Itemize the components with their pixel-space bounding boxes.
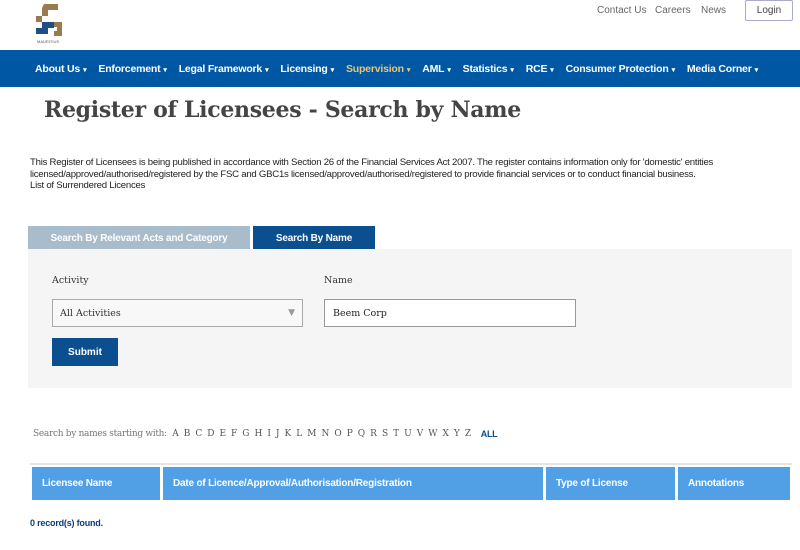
nav-item-label: Media Corner <box>686 62 752 75</box>
letter-filter-p[interactable]: P <box>347 429 353 439</box>
nav-item-legal-framework[interactable]: Legal Framework ▾ <box>179 63 269 75</box>
column-header-type[interactable]: Type of License <box>546 467 675 500</box>
fsc-logo[interactable]: MAURITIUS <box>30 2 66 44</box>
letter-filter-c[interactable]: C <box>195 429 202 439</box>
nav-item-label: Supervision <box>345 62 404 75</box>
nav-item-label: Enforcement <box>98 62 161 75</box>
news-link[interactable]: News <box>701 5 726 16</box>
intro-paragraph: This Register of Licensees is being publ… <box>30 157 714 180</box>
nav-item-label: Statistics <box>462 62 508 75</box>
nav-item-rce[interactable]: RCE ▾ <box>526 63 554 75</box>
surrendered-licences-link[interactable]: List of Surrendered Licences <box>30 180 145 191</box>
nav-item-about-us[interactable]: About Us ▾ <box>35 62 87 75</box>
tab-search-by-acts[interactable]: Search By Relevant Acts and Category <box>28 226 250 250</box>
letter-filter-o[interactable]: O <box>334 429 341 439</box>
letter-filter-w[interactable]: W <box>428 429 437 439</box>
letter-filter-a[interactable]: A <box>172 429 179 439</box>
letter-filter-j[interactable]: J <box>276 429 280 439</box>
caret-down-icon: ▾ <box>754 66 759 74</box>
nav-item-supervision[interactable]: Supervision ▾ <box>346 63 410 75</box>
letter-filter-r[interactable]: R <box>370 429 377 439</box>
letter-filter-t[interactable]: T <box>393 429 399 439</box>
page-title: Register of Licensees - Search by Name <box>44 97 521 123</box>
nav-item-licensing[interactable]: Licensing ▾ <box>280 63 334 75</box>
nav-item-aml[interactable]: AML ▾ <box>422 62 451 75</box>
caret-down-icon: ▾ <box>671 66 676 74</box>
letter-filter-h[interactable]: H <box>254 429 262 439</box>
letter-filter-y[interactable]: Y <box>454 429 460 439</box>
name-label: Name <box>324 275 353 286</box>
caret-down-icon: ▾ <box>510 66 514 74</box>
letter-filter-s[interactable]: S <box>382 429 388 439</box>
letter-filter-g[interactable]: G <box>242 429 249 439</box>
name-input[interactable] <box>324 299 576 327</box>
svg-text:MAURITIUS: MAURITIUS <box>37 39 59 44</box>
nav-item-label: Consumer Protection <box>565 62 669 75</box>
letter-filter-i[interactable]: I <box>267 429 271 439</box>
nav-item-statistics[interactable]: Statistics ▾ <box>463 63 514 75</box>
letter-filter-k[interactable]: K <box>285 429 292 439</box>
letter-filter-f[interactable]: F <box>231 429 237 439</box>
main-nav: About Us ▾ Enforcement ▾ Legal Framework ▾ Lic… <box>0 50 800 87</box>
nav-item-media-corner[interactable]: Media Corner ▾ <box>687 63 758 75</box>
letter-filter-n[interactable]: N <box>321 429 329 439</box>
login-button[interactable]: Login <box>745 0 793 21</box>
caret-down-icon: ▾ <box>163 66 167 74</box>
letter-filter-b[interactable]: B <box>184 429 191 439</box>
intro-text: This Register of Licensees is being publ… <box>30 157 790 192</box>
letter-filter-x[interactable]: X <box>442 429 448 439</box>
activity-selected-value: All Activities <box>60 307 121 319</box>
letter-filter-d[interactable]: D <box>207 429 214 439</box>
letter-filter-all[interactable]: ALL <box>481 429 498 439</box>
nav-item-consumer-protection[interactable]: Consumer Protection ▾ <box>565 62 676 75</box>
nav-item-label: Legal Framework <box>178 62 263 75</box>
activity-label: Activity <box>52 275 89 286</box>
letter-filter-z[interactable]: Z <box>465 429 471 439</box>
letter-filter-q[interactable]: Q <box>358 429 365 439</box>
column-header-date[interactable]: Date of Licence/Approval/Authorisation/R… <box>163 467 543 500</box>
letter-filter-u[interactable]: U <box>404 429 412 439</box>
submit-button[interactable]: Submit <box>52 338 118 366</box>
letter-filter-v[interactable]: V <box>417 429 424 439</box>
nav-item-label: AML <box>422 62 445 75</box>
letter-filter-m[interactable]: M <box>307 429 316 439</box>
caret-down-icon: ▾ <box>265 66 269 74</box>
divider <box>30 463 792 465</box>
contact-us-link[interactable]: Contact Us <box>597 5 646 16</box>
nav-item-label: Licensing <box>280 62 328 75</box>
nav-item-label: RCE <box>525 62 548 75</box>
alphabet-filter: Search by names starting with: ABCDEFGHI… <box>33 429 498 439</box>
letter-filter-e[interactable]: E <box>219 429 226 439</box>
column-header-licensee-name[interactable]: Licensee Name <box>32 467 160 500</box>
column-header-annotations[interactable]: Annotations <box>678 467 790 500</box>
activity-select[interactable]: All Activities ▼ <box>52 299 303 327</box>
caret-down-icon: ▾ <box>550 66 554 74</box>
caret-down-icon: ▾ <box>83 66 87 74</box>
caret-down-icon: ▾ <box>330 66 335 74</box>
careers-link[interactable]: Careers <box>655 5 691 16</box>
alphabet-filter-label: Search by names starting with: <box>33 429 167 439</box>
nav-item-enforcement[interactable]: Enforcement ▾ <box>98 62 167 75</box>
caret-down-icon: ▾ <box>447 66 451 74</box>
records-count: 0 record(s) found. <box>30 518 103 528</box>
letter-filter-l[interactable]: L <box>296 429 302 439</box>
tab-search-by-name[interactable]: Search By Name <box>253 226 375 250</box>
caret-down-icon: ▾ <box>406 66 411 74</box>
dropdown-arrow-icon: ▼ <box>288 308 295 318</box>
nav-item-label: About Us <box>35 62 81 75</box>
